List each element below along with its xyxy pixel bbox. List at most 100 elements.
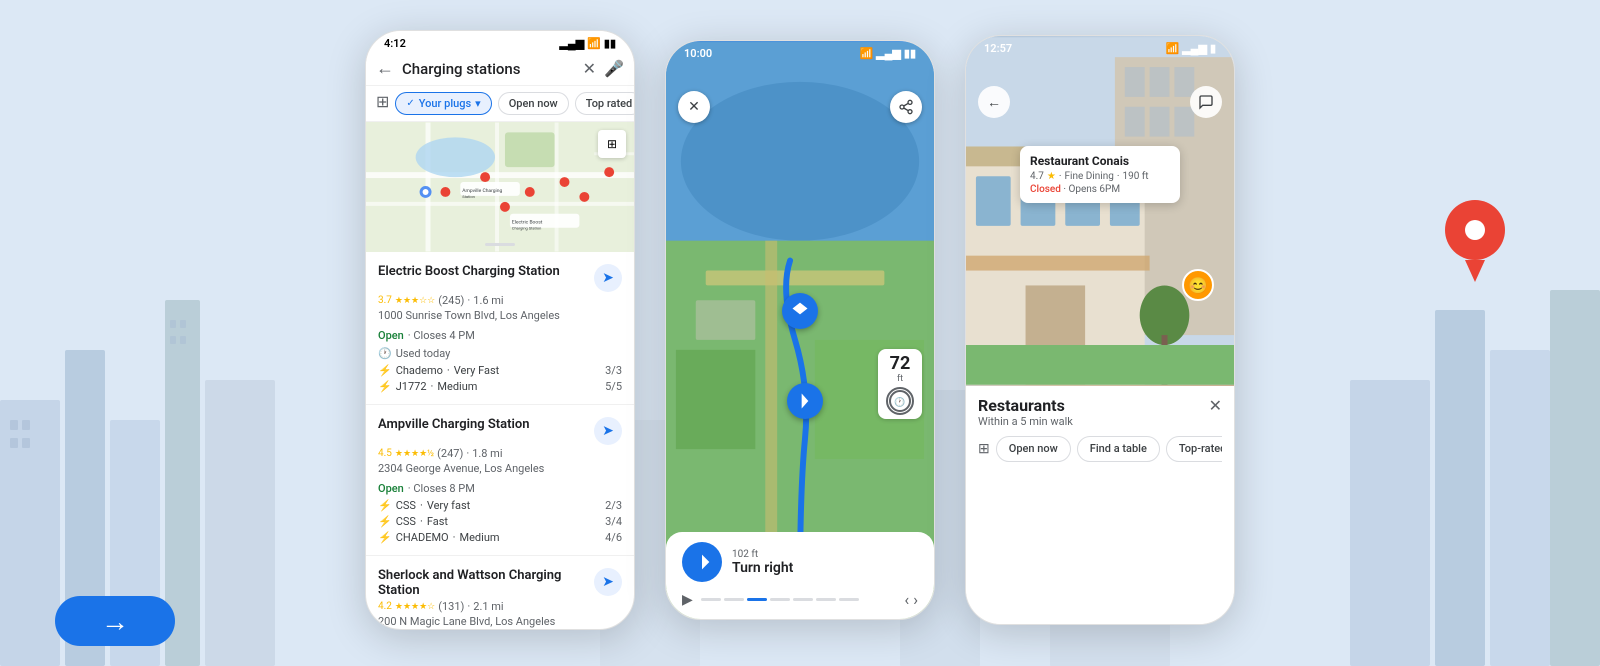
charger-2-2-avail: 3/4 [605, 515, 622, 528]
station-2-nav-button[interactable]: ➤ [594, 417, 622, 445]
nav-dot-1 [701, 598, 721, 601]
restaurant-title-group: Restaurants Within a 5 min walk [978, 396, 1073, 428]
station-2-distance: 1.8 mi [472, 447, 502, 460]
station-1-status: Open · Closes 4 PM [378, 324, 622, 343]
tooltip-sep2: · [1117, 171, 1120, 182]
map-drag-handle [485, 243, 515, 246]
station-2-name: Ampville Charging Station [378, 417, 586, 432]
charger-info-2: ⚡ J1772 · Medium [378, 380, 477, 393]
filter-chip-rated[interactable]: Top rated [575, 92, 634, 115]
map-layers-button[interactable]: ⊞ [598, 130, 626, 158]
clear-icon[interactable]: ✕ [583, 59, 596, 78]
mic-icon[interactable]: 🎤 [604, 59, 624, 78]
charger-2-1-speed: Very fast [427, 499, 470, 512]
charger-1-availability: 3/3 [605, 364, 622, 377]
charger-1-type: Chademo [396, 364, 443, 377]
charger-2-1-avail: 2/3 [605, 499, 622, 512]
charger-1-speed: Very Fast [454, 364, 500, 377]
charger-2-3-type: CHADEMO [396, 531, 449, 544]
restaurant-panel-close[interactable]: ✕ [1209, 396, 1222, 415]
nav-instruction-text: 102 ft Turn right [732, 549, 793, 576]
restaurant-filter-bar: ⊞ Open now Find a table Top-rated More [978, 436, 1222, 462]
station-3-address: 200 N Magic Lane Blvd, Los Angeles [378, 615, 622, 628]
station-1-nav-button[interactable]: ➤ [594, 264, 622, 292]
nav-prev-button[interactable]: ‹ [904, 590, 909, 609]
station-3-name: Sherlock and Wattson Charging Station [378, 568, 586, 598]
station-2-rating: 4.5 [378, 448, 392, 459]
charger-2-speed: Medium [437, 380, 477, 393]
nav-controls: ▶ ‹ › [682, 590, 918, 609]
rest-chip-table[interactable]: Find a table [1077, 436, 1160, 462]
nav-dot-6 [816, 598, 836, 601]
nav-battery-icon: ▮▮ [904, 47, 916, 60]
rest-chip-open[interactable]: Open now [996, 436, 1071, 462]
restaurant-back-button[interactable]: ← [978, 86, 1010, 118]
search-action-icons: ✕ 🎤 [583, 59, 624, 78]
nav-status-time: 10:00 [684, 47, 712, 60]
station-1-charger-2: ⚡ J1772 · Medium 5/5 [378, 380, 622, 393]
svg-text:Station: Station [462, 194, 475, 199]
filter-chip-plugs[interactable]: ✓ Your plugs ▾ [395, 92, 491, 115]
nav-play-button[interactable]: ▶ [682, 592, 693, 608]
nav-dot-4 [770, 598, 790, 601]
station-1-address: 1000 Sunrise Town Blvd, Los Angeles [378, 309, 622, 322]
nav-progress-dots [701, 598, 897, 601]
status-time-1: 4:12 [384, 37, 406, 50]
station-3-stars: ★★★★☆ [395, 602, 435, 612]
phone-navigation: 10:00 📶 ▂▄▆ ▮▮ ✕ [665, 40, 935, 620]
map-view[interactable]: Ampville Charging Station Electric Boost… [366, 122, 634, 252]
station-1-meta: 3.7 ★★★☆☆ (245) · 1.6 mi [378, 294, 622, 307]
phone-restaurant: 12:57 📶 ▂▄▆ ▮ ← Restau [965, 35, 1235, 625]
sep: · [420, 499, 423, 512]
back-button[interactable]: ← [376, 58, 394, 79]
nav-wifi-icon: 📶 [859, 47, 873, 60]
station-3-header: Sherlock and Wattson Charging Station ➤ [378, 568, 622, 598]
chevron-down-icon: ▾ [475, 97, 481, 110]
filter-chip-open[interactable]: Open now [498, 92, 569, 115]
phone-charging-stations: 4:12 ▂▄▆ 📶 ▮▮ ← Charging stations ✕ 🎤 ⊞ … [365, 30, 635, 630]
station-1-open: Open [378, 329, 404, 342]
nav-next-button[interactable]: › [913, 590, 918, 609]
search-text: Charging stations [402, 60, 575, 78]
tooltip-name: Restaurant Conais [1030, 154, 1170, 168]
tooltip-opens: Opens 6PM [1068, 184, 1120, 195]
charger-info-1: ⚡ Chademo · Very Fast [378, 364, 499, 377]
nav-dot-5 [793, 598, 813, 601]
restaurant-chat-button[interactable] [1190, 86, 1222, 118]
tooltip-star: ★ [1047, 171, 1056, 182]
station-2-header: Ampville Charging Station ➤ [378, 417, 622, 445]
nav-dot-3 [747, 598, 767, 601]
nav-share-button[interactable] [890, 91, 922, 123]
nav-turn-icon [682, 542, 722, 582]
bolt-icon-2: ⚡ [378, 380, 392, 393]
rest-filter-settings-icon[interactable]: ⊞ [978, 436, 990, 462]
wifi-icon: 📶 [587, 37, 601, 50]
nav-close-button[interactable]: ✕ [678, 91, 710, 123]
filter-settings-icon[interactable]: ⊞ [376, 92, 389, 115]
rest-chip-rated[interactable]: Top-rated [1166, 436, 1222, 462]
station-2-status: Open · Closes 8 PM [378, 477, 622, 496]
station-2-dot: · [466, 447, 469, 460]
charger-info-2-3: ⚡ CHADEMO · Medium [378, 531, 500, 544]
route-arrow-1 [782, 293, 818, 329]
clock-icon: 🕐 [378, 347, 392, 360]
bolt-icon-2-2: ⚡ [378, 515, 392, 528]
map-svg: Ampville Charging Station Electric Boost… [366, 122, 634, 252]
search-bar: ← Charging stations ✕ 🎤 [366, 52, 634, 86]
restaurant-header: Restaurants Within a 5 min walk ✕ [978, 396, 1222, 428]
bolt-icon-1: ⚡ [378, 364, 392, 377]
station-list: Electric Boost Charging Station ➤ 3.7 ★★… [366, 252, 634, 630]
tooltip-closed: Closed [1030, 184, 1061, 195]
station-1-reviews: (245) [438, 294, 464, 307]
charger-2-2-type: CSS [396, 515, 416, 528]
nav-speed-limit-icon: 🕐 [886, 387, 914, 415]
user-avatar: 😊 [1182, 269, 1214, 301]
restaurant-tooltip[interactable]: Restaurant Conais 4.7 ★ · Fine Dining · … [1020, 146, 1180, 203]
nav-signal-icon: ▂▄▆ [876, 47, 901, 60]
station-3-nav-button[interactable]: ➤ [594, 568, 622, 596]
tooltip-status: Closed · Opens 6PM [1030, 184, 1170, 195]
station-1-used-today: 🕐 Used today [378, 347, 622, 360]
restaurant-photo: 12:57 📶 ▂▄▆ ▮ ← Restau [966, 36, 1234, 386]
tooltip-sep1: · [1059, 171, 1062, 182]
charger-2-availability: 5/5 [605, 380, 622, 393]
